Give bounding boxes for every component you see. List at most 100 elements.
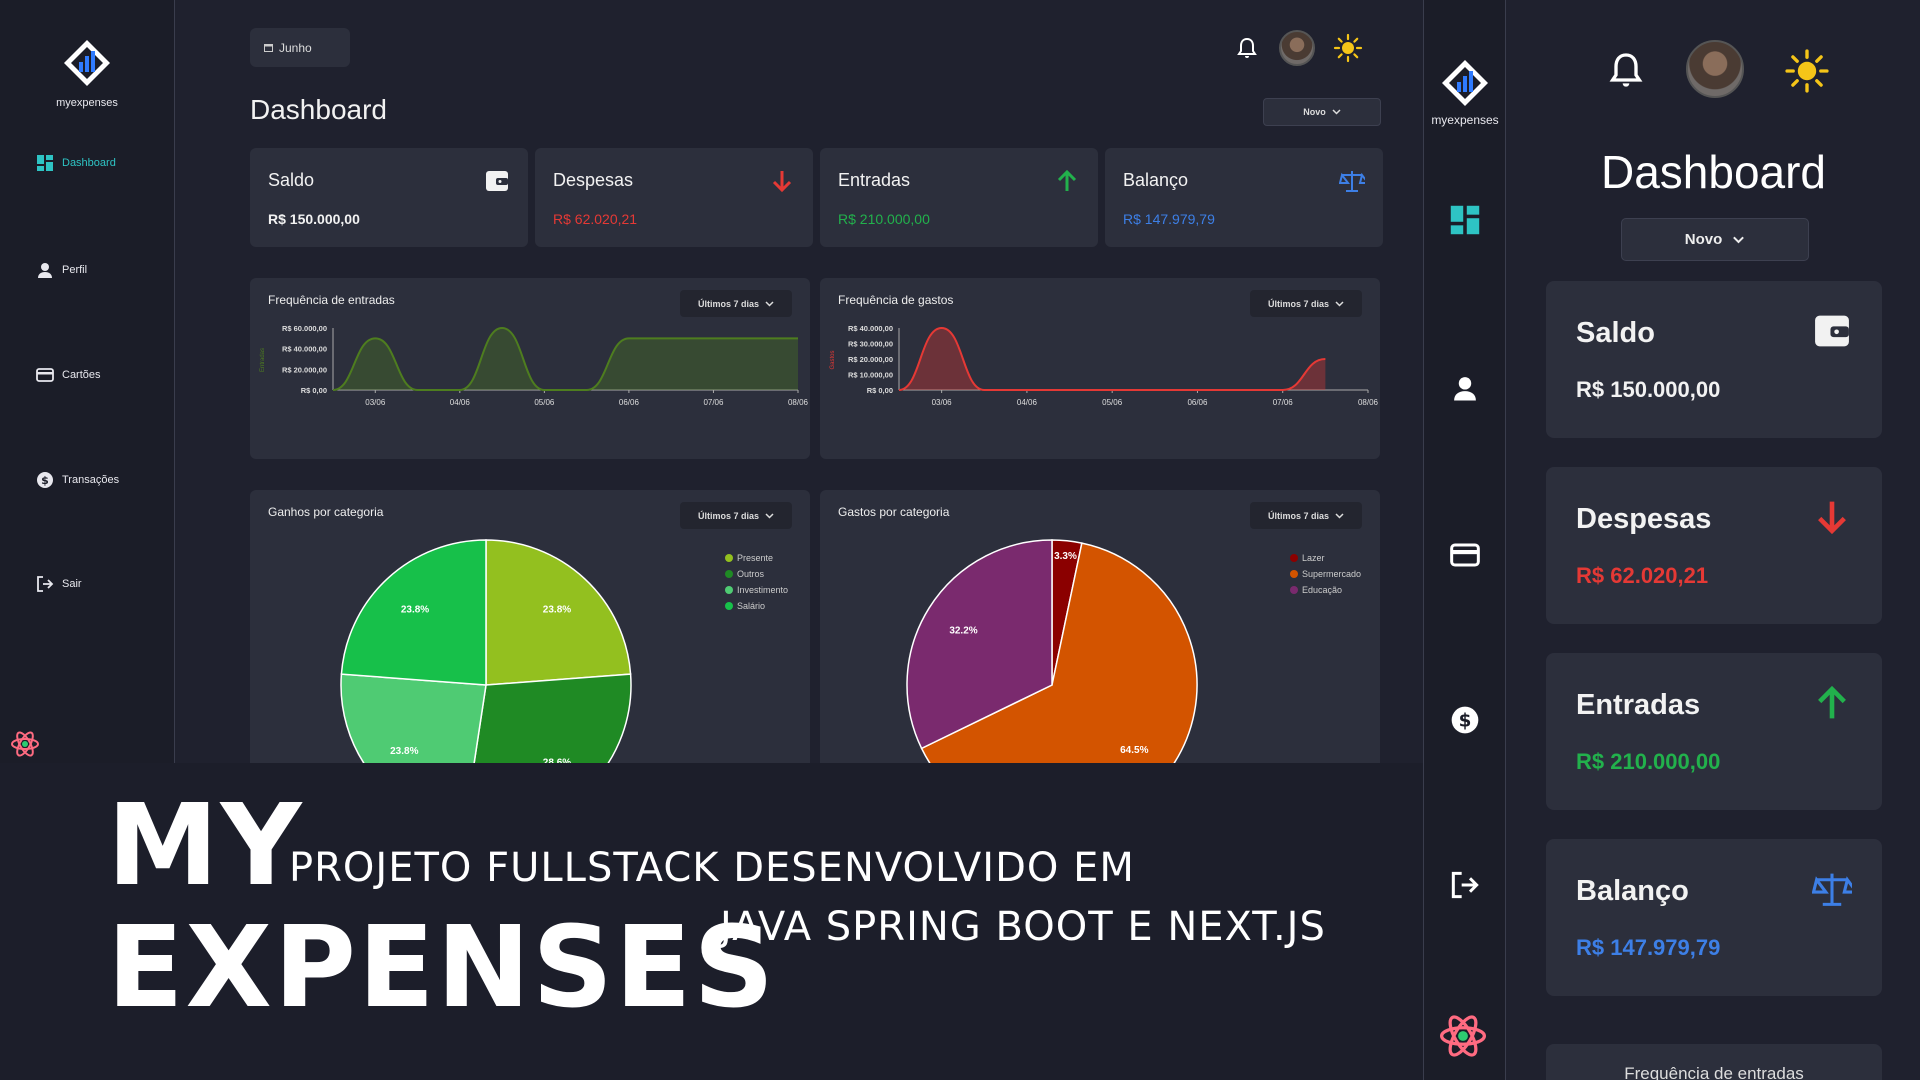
series-area xyxy=(333,328,798,390)
pie-value-label: 23.8% xyxy=(390,746,418,757)
mobile-dashboard: Dashboard Novo Saldo R$ 150.000,00 Despe… xyxy=(1505,0,1920,1080)
chevron-down-icon xyxy=(1332,109,1341,115)
gastos-chart-panel: Frequência de gastos Últimos 7 dias R$ 4… xyxy=(820,278,1380,459)
arrow-up-icon xyxy=(1818,685,1846,719)
mobile-logo[interactable]: myexpenses xyxy=(1424,58,1506,127)
card-value: R$ 210.000,00 xyxy=(838,211,930,227)
y-axis-label: Entradas xyxy=(260,348,266,372)
x-tick-label: 07/06 xyxy=(703,398,724,407)
sidebar-item-perfil[interactable]: Perfil xyxy=(36,261,87,279)
y-tick-label: R$ 40.000,00 xyxy=(848,324,893,333)
mobile-despesas-card: Despesas R$ 62.020,21 xyxy=(1546,467,1882,624)
pie-slice xyxy=(473,673,632,763)
mobile-entradas-card: Entradas R$ 210.000,00 xyxy=(1546,653,1882,810)
dashboard-icon[interactable] xyxy=(1449,204,1481,236)
period-dropdown[interactable]: Últimos 7 dias xyxy=(680,290,792,317)
pie-value-label: 28.6% xyxy=(543,758,571,763)
scale-icon xyxy=(1812,873,1852,906)
bell-icon[interactable] xyxy=(1235,36,1259,60)
novo-label: Novo xyxy=(1684,231,1723,248)
wallet-icon xyxy=(1815,315,1849,347)
y-tick-label: R$ 20.000,00 xyxy=(282,365,327,374)
novo-label: Novo xyxy=(1303,107,1326,117)
page-title: Dashboard xyxy=(250,94,387,125)
svg-text:$: $ xyxy=(41,474,49,487)
chevron-down-icon xyxy=(1733,236,1745,243)
sidebar-item-dashboard[interactable]: Dashboard xyxy=(36,154,116,172)
react-icon xyxy=(1440,1015,1486,1057)
card-icon xyxy=(36,368,54,382)
legend-item: Presente xyxy=(725,550,788,566)
hero-subtitle-line2: JAVA SPRING BOOT E NEXT.JS xyxy=(720,904,1326,950)
mobile-entradas-chart-card: Frequência de entradas xyxy=(1546,1044,1882,1080)
x-tick-label: 04/06 xyxy=(450,398,471,407)
legend-item: Supermercado xyxy=(1290,566,1361,582)
sidebar-item-label: Transações xyxy=(62,474,120,486)
pie-value-label: 23.8% xyxy=(543,604,571,615)
legend-item: Investimento xyxy=(725,582,788,598)
user-icon xyxy=(38,263,52,278)
wallet-icon xyxy=(486,171,508,191)
month-selector[interactable]: Junho xyxy=(250,28,350,67)
logout-icon xyxy=(37,576,54,592)
legend-item: Salário xyxy=(725,598,788,614)
arrow-down-icon xyxy=(1818,501,1846,535)
stage: myexpenses Dashboard Perfil Cartões $ Tr… xyxy=(0,0,1920,1080)
card-icon[interactable] xyxy=(1450,540,1480,570)
mobile-balanco-card: Balanço R$ 147.979,79 xyxy=(1546,839,1882,996)
app-logo[interactable]: myexpenses xyxy=(52,38,122,110)
y-tick-label: R$ 10.000,00 xyxy=(848,371,893,380)
card-value: R$ 150.000,00 xyxy=(268,211,360,227)
desktop-top-actions xyxy=(1235,30,1363,66)
chevron-down-icon xyxy=(765,300,774,307)
entradas-chart-panel: Frequência de entradas Últimos 7 dias R$… xyxy=(250,278,810,459)
pie-value-label: 3.3% xyxy=(1054,551,1077,562)
y-tick-label: R$ 60.000,00 xyxy=(282,324,327,333)
card-title: Entradas xyxy=(838,170,911,190)
gastos-categoria-panel: Gastos por categoria Últimos 7 dias 3.3%… xyxy=(820,490,1380,763)
ganhos-pie-chart: 23.8% 28.6% 23.8% 23.8% xyxy=(340,539,632,763)
sidebar-item-transacoes[interactable]: $ Transações xyxy=(36,471,119,489)
x-tick-label: 08/06 xyxy=(788,398,809,407)
card-title: Despesas xyxy=(553,170,634,190)
mobile-novo-button[interactable]: Novo xyxy=(1621,218,1809,261)
bell-icon[interactable] xyxy=(1606,48,1646,92)
avatar[interactable] xyxy=(1279,30,1315,66)
dropdown-label: Últimos 7 dias xyxy=(1267,298,1330,309)
period-dropdown[interactable]: Últimos 7 dias xyxy=(1250,290,1362,317)
novo-button[interactable]: Novo xyxy=(1263,98,1381,126)
x-tick-label: 04/06 xyxy=(1017,398,1038,407)
logout-icon[interactable] xyxy=(1450,870,1480,900)
sun-icon[interactable] xyxy=(1784,48,1830,94)
pie-value-label: 64.5% xyxy=(1120,745,1148,756)
sidebar-item-sair[interactable]: Sair xyxy=(36,575,82,593)
logo-label: myexpenses xyxy=(1431,113,1499,127)
desktop-dashboard: myexpenses Dashboard Perfil Cartões $ Tr… xyxy=(0,0,1423,763)
card-title: Balanço xyxy=(1576,875,1689,907)
gastos-line-chart: R$ 40.000,00 R$ 30.000,00 R$ 20.000,00 R$ 1… xyxy=(830,324,1379,407)
ganhos-legend: Presente Outros Investimento Salário xyxy=(725,550,788,614)
y-tick-label: R$ 0,00 xyxy=(301,386,327,395)
svg-text:$: $ xyxy=(1459,711,1472,732)
logo-icon xyxy=(64,40,110,86)
user-icon[interactable] xyxy=(1451,374,1479,402)
avatar[interactable] xyxy=(1686,40,1744,98)
y-tick-label: R$ 20.000,00 xyxy=(848,355,893,364)
sidebar-item-label: Dashboard xyxy=(62,157,116,169)
dollar-icon[interactable]: $ xyxy=(1450,705,1480,735)
y-tick-label: R$ 30.000,00 xyxy=(848,340,893,349)
sidebar-item-cartoes[interactable]: Cartões xyxy=(36,366,101,384)
balanco-card: Balanço R$ 147.979,79 xyxy=(1105,148,1383,247)
calendar-icon xyxy=(264,44,273,52)
card-title: Despesas xyxy=(1576,503,1712,535)
x-tick-label: 03/06 xyxy=(365,398,386,407)
y-tick-label: R$ 0,00 xyxy=(867,386,893,395)
logo-label: myexpenses xyxy=(56,97,118,109)
sidebar-item-label: Cartões xyxy=(62,369,101,381)
legend-item: Outros xyxy=(725,566,788,582)
ganhos-categoria-panel: Ganhos por categoria Últimos 7 dias 23.8… xyxy=(250,490,810,763)
pie-value-label: 23.8% xyxy=(401,604,429,615)
sun-icon[interactable] xyxy=(1333,33,1363,63)
card-value: R$ 147.979,79 xyxy=(1576,935,1721,960)
pie-value-label: 32.2% xyxy=(949,626,977,637)
